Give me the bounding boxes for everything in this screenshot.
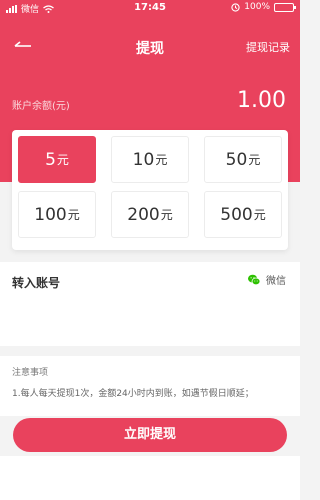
transfer-account-label: 转入账号 xyxy=(12,276,61,290)
notice-text: 1.每人每天提现1次，金额24小时内到账，如遇节假日顺延； xyxy=(12,389,254,399)
amount-value: 200 xyxy=(127,204,160,225)
amount-option-200[interactable]: 200 元 xyxy=(111,191,189,238)
amount-option-10[interactable]: 10 元 xyxy=(111,136,189,183)
status-bar: 微信 17:45 100% xyxy=(0,0,300,16)
wechat-method-option[interactable]: 微信 xyxy=(247,272,286,287)
amount-value: 100 xyxy=(34,204,67,225)
amount-option-100[interactable]: 100 元 xyxy=(18,191,96,238)
balance-label: 账户余额(元) xyxy=(12,101,70,112)
withdraw-record-link[interactable]: 提现记录 xyxy=(246,39,290,55)
balance-value: 1.00 xyxy=(237,88,286,113)
amount-options: 5元 10 元 50 元 100 元 200 元 500 元 xyxy=(12,130,288,250)
battery-percent: 100% xyxy=(244,2,270,12)
amount-unit: 元 xyxy=(67,208,80,222)
amount-unit: 元 xyxy=(155,153,168,167)
amount-value: 500 xyxy=(220,204,253,225)
amount-unit: 元 xyxy=(248,153,261,167)
amount-value: 10 xyxy=(132,149,155,170)
alarm-icon xyxy=(231,2,240,12)
status-right: 100% xyxy=(231,2,296,12)
wechat-method-label: 微信 xyxy=(266,276,286,287)
notice-title: 注意事项 xyxy=(12,368,49,378)
amount-value: 50 xyxy=(225,149,248,170)
wechat-icon xyxy=(248,274,261,285)
amount-value: 5 xyxy=(45,149,56,170)
nav-bar: 提现 提现记录 xyxy=(0,34,300,58)
transfer-account-section: 转入账号 微信 xyxy=(0,262,300,346)
bottom-area xyxy=(0,456,300,500)
amount-unit: 元 xyxy=(56,153,69,167)
amount-unit: 元 xyxy=(253,208,266,222)
battery-icon xyxy=(274,2,296,12)
amount-option-50[interactable]: 50 元 xyxy=(204,136,282,183)
amount-option-5[interactable]: 5元 xyxy=(18,136,96,183)
notice-section: 注意事项 1.每人每天提现1次，金额24小时内到账，如遇节假日顺延； xyxy=(0,356,300,416)
withdraw-now-button[interactable]: 立即提现 xyxy=(13,418,287,452)
amount-unit: 元 xyxy=(160,208,173,222)
amount-option-500[interactable]: 500 元 xyxy=(204,191,282,238)
